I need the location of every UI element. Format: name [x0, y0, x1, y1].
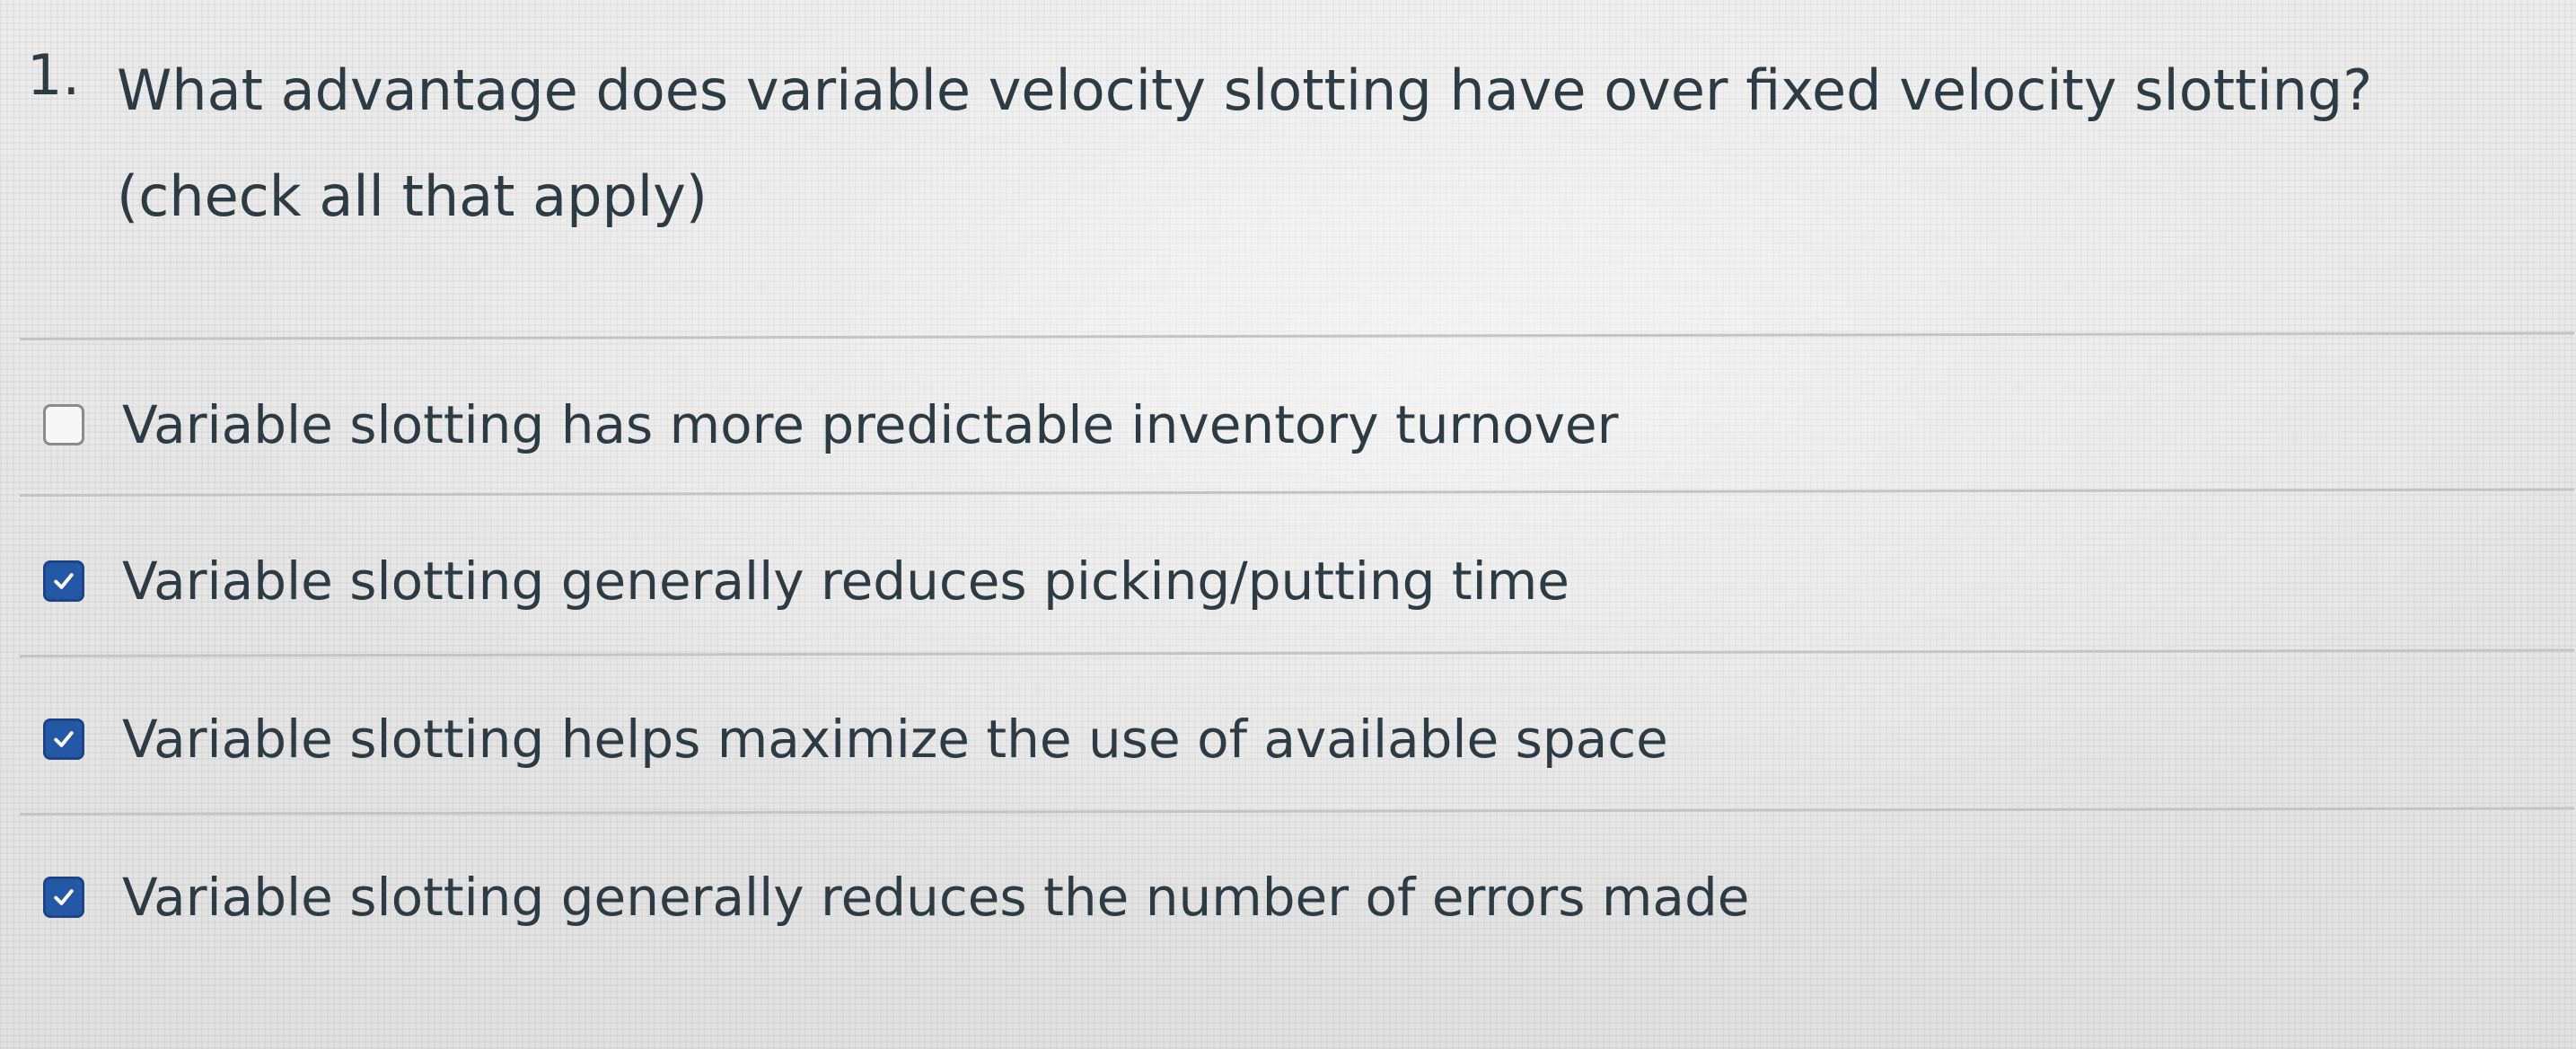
question-block: 1. What advantage does variable velocity… [0, 0, 2576, 1049]
divider [19, 807, 2574, 815]
answer-option-2[interactable]: Variable slotting generally reduces pick… [43, 541, 1569, 621]
question-text: What advantage does variable velocity sl… [117, 57, 2373, 229]
checkmark-icon [54, 889, 74, 905]
checkmark-icon [54, 731, 74, 747]
checkbox-checked[interactable] [43, 877, 84, 918]
answer-option-3[interactable]: Variable slotting helps maximize the use… [43, 699, 1668, 780]
answer-option-1[interactable]: Variable slotting has more predictable i… [43, 384, 1618, 465]
answer-label[interactable]: Variable slotting helps maximize the use… [122, 699, 1668, 780]
checkbox-checked[interactable] [43, 560, 84, 602]
answer-option-4[interactable]: Variable slotting generally reduces the … [43, 857, 1749, 938]
checkbox-empty-icon[interactable] [43, 404, 84, 445]
checkbox-checked[interactable] [43, 718, 84, 760]
divider [19, 648, 2574, 657]
divider [19, 331, 2574, 340]
answer-label[interactable]: Variable slotting generally reduces the … [122, 857, 1749, 938]
question-number: 1. [27, 42, 81, 108]
answer-label[interactable]: Variable slotting has more predictable i… [122, 384, 1618, 465]
answer-label[interactable]: Variable slotting generally reduces pick… [122, 541, 1569, 621]
divider [19, 488, 2574, 497]
checkmark-icon [54, 573, 74, 589]
